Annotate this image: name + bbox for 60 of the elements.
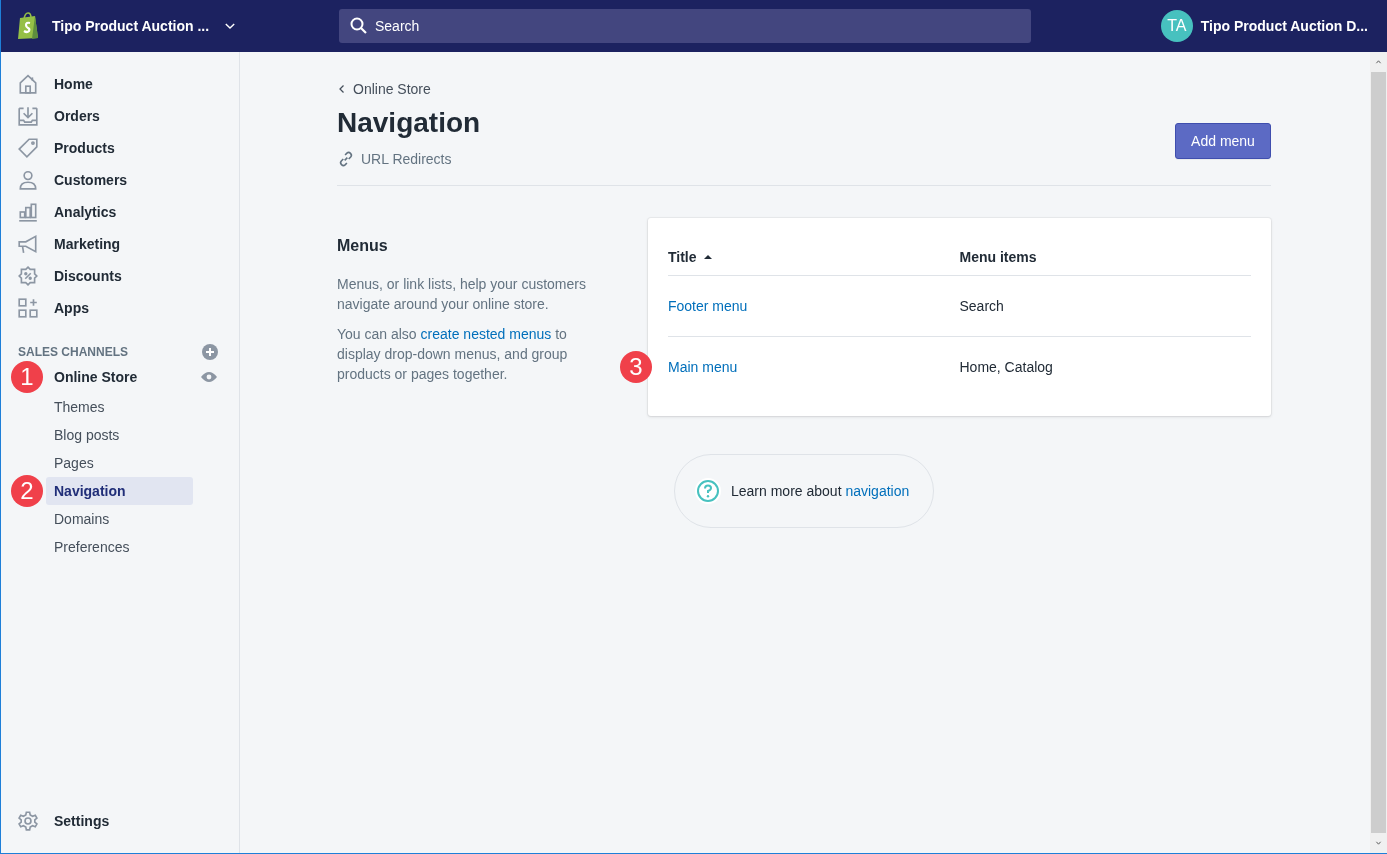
section-heading: SALES CHANNELS — [18, 345, 128, 359]
add-menu-button[interactable]: Add menu — [1175, 123, 1271, 159]
scrollbar-thumb[interactable] — [1371, 72, 1386, 833]
sidebar-item[interactable]: Customers — [1, 164, 239, 196]
sidebar-subitem[interactable]: Blog posts — [46, 421, 193, 449]
step-number-badge: 2 — [11, 475, 43, 507]
sidebar-subitem[interactable]: Preferences — [46, 533, 193, 561]
add-icon[interactable] — [202, 344, 218, 360]
account-menu[interactable]: TA Tipo Product Auction D... — [1160, 10, 1368, 42]
url-redirects-link[interactable]: URL Redirects — [337, 149, 481, 169]
column-header[interactable]: Menu items — [959, 238, 1251, 275]
shopping-bag-logo-icon — [16, 12, 40, 40]
bar-chart-icon — [17, 201, 39, 223]
nested-menus-link[interactable]: create nested menus — [420, 326, 552, 342]
discount-badge-icon — [17, 265, 39, 287]
sidebar-item[interactable]: Home — [1, 68, 239, 100]
menu-title-link[interactable]: Footer menu — [668, 297, 748, 314]
settings-icon — [17, 810, 39, 832]
sidebar-item[interactable]: Settings — [1, 805, 239, 837]
avatar: TA — [1160, 10, 1193, 42]
sidebar-item[interactable]: Apps — [1, 292, 239, 324]
inbox-download-icon — [17, 105, 39, 127]
megaphone-icon — [17, 233, 39, 255]
help-question-icon — [695, 478, 721, 504]
apps-grid-icon — [17, 297, 39, 319]
menu-title-link[interactable]: Main menu — [668, 358, 738, 375]
chevron-left-icon — [337, 83, 347, 95]
sidebar-item[interactable]: Discounts — [1, 260, 239, 292]
sidebar-item[interactable]: Marketing — [1, 228, 239, 260]
tag-icon — [17, 137, 39, 159]
column-header[interactable]: Title — [668, 238, 960, 275]
sidebar-item[interactable]: Analytics — [1, 196, 239, 228]
sidebar-subitem[interactable]: Domains — [46, 505, 193, 533]
eye-icon[interactable] — [201, 371, 217, 383]
search-icon — [349, 16, 369, 36]
sidebar-item[interactable]: Online Store — [54, 369, 138, 385]
description-text: You can also create nested menus to display drop-down menus, and group products or pages together. — [337, 325, 569, 384]
person-icon — [17, 169, 39, 191]
help-text: Learn more about navigation — [731, 483, 910, 499]
sidebar-subitem[interactable]: Navigation — [46, 477, 193, 505]
sidebar-item[interactable]: Products — [1, 132, 239, 164]
home-icon — [17, 73, 39, 95]
table-cell: Search — [959, 297, 1004, 314]
store-switcher[interactable]: Tipo Product Auction ... — [48, 18, 242, 34]
sidebar-item[interactable]: Orders — [1, 100, 239, 132]
search-field[interactable]: Search — [339, 9, 1031, 43]
scroll-up-icon — [1374, 59, 1383, 65]
section-title: Menus — [337, 236, 389, 256]
sidebar-subitem[interactable]: Themes — [46, 393, 193, 421]
table-cell: Home, Catalog — [959, 358, 1053, 375]
step-number-badge: 3 — [620, 350, 652, 383]
scrollbar[interactable] — [1370, 52, 1387, 853]
description-text: Menus, or link lists, help your customers navigate around your online store. — [337, 275, 587, 314]
scroll-down-icon — [1374, 840, 1383, 846]
link-icon — [337, 150, 355, 168]
sidebar-subitem[interactable]: Pages — [46, 449, 193, 477]
navigation-help-link[interactable]: navigation — [845, 483, 910, 499]
step-number-badge: 1 — [11, 361, 43, 393]
page-title: Navigation — [337, 107, 481, 139]
breadcrumb-link[interactable]: Online Store — [337, 80, 481, 98]
